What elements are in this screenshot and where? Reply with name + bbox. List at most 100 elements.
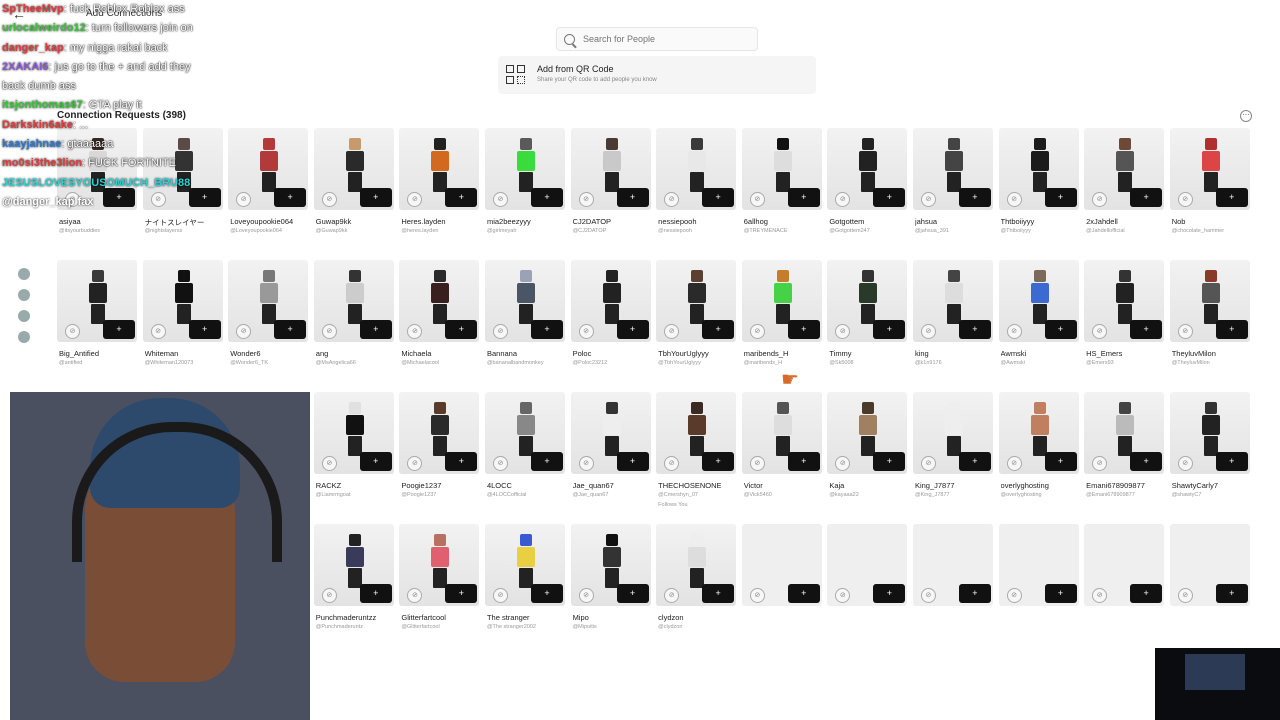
add-friend-icon[interactable]: + bbox=[103, 320, 135, 339]
decline-icon[interactable]: ⊘ bbox=[920, 456, 936, 471]
avatar-tile[interactable]: ⊘+ bbox=[741, 128, 822, 210]
avatar-tile[interactable]: ⊘+ bbox=[827, 524, 908, 606]
add-friend-icon[interactable]: + bbox=[1130, 320, 1163, 339]
search-box[interactable] bbox=[556, 27, 758, 51]
avatar-tile[interactable]: ⊘+ bbox=[313, 260, 394, 342]
add-friend-icon[interactable]: + bbox=[787, 584, 820, 603]
avatar-tile[interactable]: ⊘+ bbox=[570, 260, 651, 342]
avatar-tile[interactable]: ⊘+ bbox=[484, 392, 565, 474]
avatar-tile[interactable]: ⊘+ bbox=[313, 128, 394, 210]
avatar-tile[interactable]: ⊘+ bbox=[484, 524, 565, 606]
request-card[interactable]: ⊘ + Michaela @Michaelacool bbox=[399, 260, 480, 392]
avatar-tile[interactable]: ⊘+ bbox=[1084, 260, 1165, 342]
avatar-tile[interactable]: ⊘+ bbox=[912, 392, 993, 474]
add-friend-icon[interactable]: + bbox=[1130, 584, 1163, 603]
avatar-tile[interactable]: ⊘+ bbox=[1084, 128, 1165, 210]
decline-icon[interactable]: ⊘ bbox=[920, 324, 936, 339]
add-friend-icon[interactable]: + bbox=[873, 188, 906, 207]
add-friend-icon[interactable]: + bbox=[1130, 188, 1163, 207]
avatar-tile[interactable]: ⊘+ bbox=[741, 260, 822, 342]
request-card[interactable]: ⊘ + jahsua @jahsua_391 bbox=[912, 128, 993, 260]
add-friend-icon[interactable]: + bbox=[359, 584, 392, 603]
decline-icon[interactable]: ⊘ bbox=[578, 588, 594, 603]
avatar-tile[interactable]: ⊘+ bbox=[998, 128, 1079, 210]
add-friend-icon[interactable]: + bbox=[445, 188, 478, 207]
request-card[interactable]: ⊘ + king @k1n9176 bbox=[912, 260, 993, 392]
decline-icon[interactable]: ⊘ bbox=[920, 588, 936, 603]
avatar-tile[interactable]: ⊘+ bbox=[827, 260, 908, 342]
request-card[interactable]: ⊘ + TbhYourUglyyy @TbhYourUglyyy bbox=[656, 260, 737, 392]
avatar-tile[interactable]: ⊘+ bbox=[656, 128, 737, 210]
decline-icon[interactable]: ⊘ bbox=[1006, 192, 1022, 207]
decline-icon[interactable]: ⊘ bbox=[321, 324, 337, 339]
decline-icon[interactable]: ⊘ bbox=[492, 456, 508, 471]
add-friend-icon[interactable]: + bbox=[1215, 320, 1248, 339]
decline-icon[interactable]: ⊘ bbox=[407, 192, 423, 207]
request-card[interactable]: ⊘ + The stranger @The stranger2002 bbox=[484, 524, 565, 656]
add-friend-icon[interactable]: + bbox=[873, 320, 906, 339]
avatar-tile[interactable]: ⊘+ bbox=[313, 524, 394, 606]
avatar-tile[interactable]: ⊘+ bbox=[998, 524, 1079, 606]
avatar-tile[interactable]: ⊘+ bbox=[912, 128, 993, 210]
add-from-qr-button[interactable]: Add from QR Code Share your QR code to a… bbox=[498, 56, 816, 94]
avatar-tile[interactable]: ⊘+ bbox=[912, 524, 993, 606]
add-friend-icon[interactable]: + bbox=[445, 584, 478, 603]
decline-icon[interactable]: ⊘ bbox=[749, 192, 765, 207]
decline-icon[interactable]: ⊘ bbox=[321, 588, 337, 603]
decline-icon[interactable]: ⊘ bbox=[749, 456, 765, 471]
request-card[interactable]: ⊘ + mia2beezyyy @girlmeyah bbox=[484, 128, 565, 260]
request-card[interactable]: ⊘ + ang @MsAngelica66 bbox=[313, 260, 394, 392]
decline-icon[interactable]: ⊘ bbox=[578, 456, 594, 471]
decline-icon[interactable]: ⊘ bbox=[492, 324, 508, 339]
decline-icon[interactable]: ⊘ bbox=[1177, 456, 1193, 471]
avatar-tile[interactable]: ⊘+ bbox=[998, 392, 1079, 474]
avatar-tile[interactable]: ⊘+ bbox=[142, 260, 223, 342]
request-card[interactable]: ⊘ + Thtboiiyyy @Thtboiiyyy bbox=[998, 128, 1079, 260]
add-friend-icon[interactable]: + bbox=[958, 584, 991, 603]
avatar-tile[interactable]: ⊘+ bbox=[656, 392, 737, 474]
avatar-tile[interactable]: ⊘+ bbox=[741, 392, 822, 474]
request-card[interactable]: ⊘ + Kaja @kayaaa22 bbox=[827, 392, 908, 524]
decline-icon[interactable]: ⊘ bbox=[1092, 192, 1108, 207]
add-friend-icon[interactable]: + bbox=[702, 452, 735, 471]
decline-icon[interactable]: ⊘ bbox=[578, 192, 594, 207]
avatar-tile[interactable]: ⊘+ bbox=[912, 260, 993, 342]
decline-icon[interactable]: ⊘ bbox=[1092, 588, 1108, 603]
request-card[interactable]: ⊘+ bbox=[1169, 524, 1250, 656]
add-friend-icon[interactable]: + bbox=[616, 320, 649, 339]
decline-icon[interactable]: ⊘ bbox=[1006, 324, 1022, 339]
avatar-tile[interactable]: ⊘+ bbox=[1169, 128, 1250, 210]
add-friend-icon[interactable]: + bbox=[1215, 452, 1248, 471]
decline-icon[interactable]: ⊘ bbox=[578, 324, 594, 339]
decline-icon[interactable]: ⊘ bbox=[407, 324, 423, 339]
decline-icon[interactable]: ⊘ bbox=[236, 324, 252, 339]
request-card[interactable]: ⊘+ bbox=[912, 524, 993, 656]
avatar-tile[interactable]: ⊘+ bbox=[1169, 524, 1250, 606]
avatar-tile[interactable]: ⊘+ bbox=[656, 260, 737, 342]
decline-icon[interactable]: ⊘ bbox=[749, 588, 765, 603]
request-card[interactable]: ⊘ + THECHOSENONE @Cmershyn_07 Follows You bbox=[656, 392, 737, 524]
request-card[interactable]: ⊘+ bbox=[827, 524, 908, 656]
decline-icon[interactable]: ⊘ bbox=[65, 324, 80, 339]
add-friend-icon[interactable]: + bbox=[359, 452, 392, 471]
add-friend-icon[interactable]: + bbox=[1215, 584, 1248, 603]
request-card[interactable]: ⊘ + TheyluvMilon @TheyluvMilon bbox=[1169, 260, 1250, 392]
request-card[interactable]: ⊘ + Emani678909877 @Emani678909877 bbox=[1084, 392, 1165, 524]
add-friend-icon[interactable]: + bbox=[616, 188, 649, 207]
request-card[interactable]: ⊘ + Punchmaderuntzz @Punchmaderuntz bbox=[313, 524, 394, 656]
request-card[interactable]: ⊘ + Jae_quan67 @Jae_quan67 bbox=[570, 392, 651, 524]
decline-icon[interactable]: ⊘ bbox=[835, 588, 851, 603]
decline-icon[interactable]: ⊘ bbox=[1006, 588, 1022, 603]
decline-icon[interactable]: ⊘ bbox=[749, 324, 765, 339]
add-friend-icon[interactable]: + bbox=[616, 452, 649, 471]
request-card[interactable]: ⊘ +4LOCC @4LOCCofficial bbox=[484, 392, 565, 524]
search-input[interactable] bbox=[581, 33, 755, 45]
avatar-tile[interactable]: ⊘+ bbox=[1084, 392, 1165, 474]
add-friend-icon[interactable]: + bbox=[787, 320, 820, 339]
avatar-tile[interactable]: ⊘+ bbox=[656, 524, 737, 606]
avatar-tile[interactable]: ⊘+ bbox=[484, 128, 565, 210]
decline-icon[interactable]: ⊘ bbox=[150, 324, 166, 339]
decline-icon[interactable]: ⊘ bbox=[321, 192, 337, 207]
decline-icon[interactable]: ⊘ bbox=[835, 324, 851, 339]
request-card[interactable]: ⊘ + Nob @chocolate_hammer bbox=[1169, 128, 1250, 260]
